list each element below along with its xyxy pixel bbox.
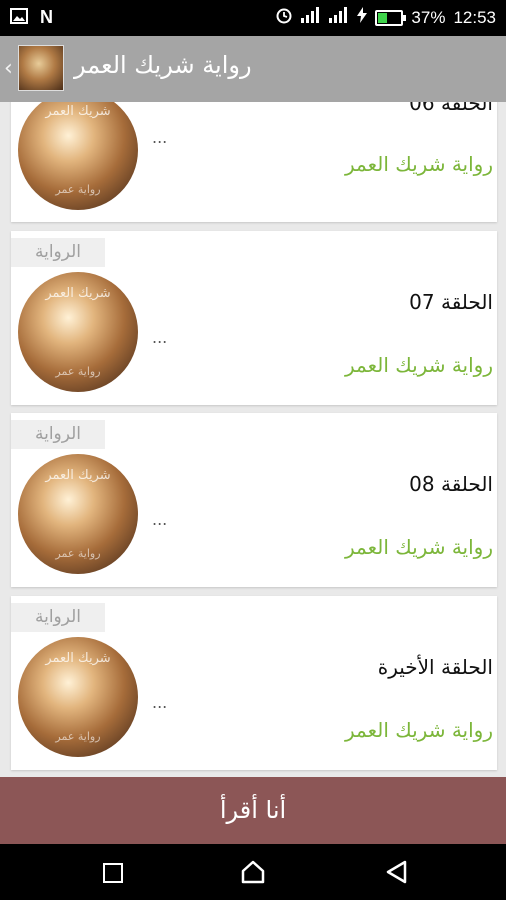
novel-name: رواية شريك العمر	[345, 353, 493, 377]
list-item[interactable]: شريك العمر رواية عمر الحلقة 06 ... رواية…	[11, 102, 497, 222]
list-item[interactable]: الرواية شريك العمر رواية عمر الحلقة 07 .…	[11, 231, 497, 405]
i-am-reading-button[interactable]: أنا أقرأ	[0, 777, 506, 844]
n-notification-icon: N	[40, 7, 53, 27]
signal-2-icon	[329, 7, 349, 28]
app-logo[interactable]	[18, 45, 64, 91]
episode-title: الحلقة 08	[409, 472, 493, 496]
navigation-bar	[0, 844, 506, 900]
back-triangle-icon[interactable]	[384, 859, 408, 889]
app-bar: ‹ رواية شريك العمر	[0, 36, 506, 102]
clock: 12:53	[453, 7, 496, 27]
recent-apps-icon[interactable]	[103, 863, 123, 883]
battery-percent: 37%	[411, 7, 446, 27]
back-chevron-icon[interactable]: ‹	[4, 56, 13, 81]
novel-name: رواية شريك العمر	[345, 152, 493, 176]
battery-icon	[375, 9, 407, 26]
episode-title: الحلقة 06	[409, 102, 493, 115]
episode-title: الحلقة الأخيرة	[377, 655, 493, 679]
home-icon[interactable]	[240, 859, 266, 889]
episode-title: الحلقة 07	[409, 290, 493, 314]
category-tag: الرواية	[11, 603, 105, 632]
list-item[interactable]: الرواية شريك العمر رواية عمر الحلقة 08 .…	[11, 413, 497, 587]
cover-thumbnail: شريك العمر رواية عمر	[18, 102, 138, 210]
excerpt: ...	[152, 328, 168, 347]
novel-name: رواية شريك العمر	[345, 535, 493, 559]
alarm-icon	[275, 6, 293, 29]
episode-list[interactable]: شريك العمر رواية عمر الحلقة 06 ... رواية…	[0, 102, 506, 777]
charging-icon	[357, 7, 368, 28]
category-tag: الرواية	[11, 238, 105, 267]
novel-name: رواية شريك العمر	[345, 718, 493, 742]
cover-thumbnail: شريك العمر رواية عمر	[18, 454, 138, 574]
cover-thumbnail: شريك العمر رواية عمر	[18, 272, 138, 392]
category-tag: الرواية	[11, 420, 105, 449]
app-title: رواية شريك العمر	[74, 51, 252, 79]
list-item[interactable]: الرواية شريك العمر رواية عمر الحلقة الأخ…	[11, 596, 497, 770]
status-bar: N 37% 12:53	[0, 0, 506, 36]
excerpt: ...	[152, 510, 168, 529]
signal-icon	[301, 7, 321, 28]
cover-thumbnail: شريك العمر رواية عمر	[18, 637, 138, 757]
excerpt: ...	[152, 693, 168, 712]
image-notification-icon	[10, 7, 28, 28]
excerpt: ...	[152, 128, 168, 147]
